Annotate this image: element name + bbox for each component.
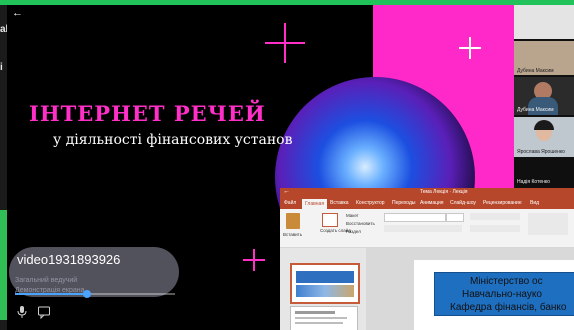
slide-thumbnail-1[interactable] [290,263,360,304]
participant-label: Дубина Максим [517,107,554,113]
paste-icon[interactable] [286,213,300,229]
slide-text-line-2: Навчально-науко [462,289,542,300]
layout-button[interactable]: Макет [346,213,359,218]
section-button[interactable]: Раздел [346,229,361,234]
slide-text-line-3: Кафедра фінансів, банко [450,302,567,313]
participant-tile[interactable]: Дубина Максим [514,77,574,115]
participant-tile[interactable]: Дубина Максим [514,41,574,75]
tab-review[interactable]: Рецензирование [483,200,522,206]
video-progress-fill [15,293,87,295]
slide-text-line-1: Міністерство ос [470,276,543,287]
thumbnail-line [295,311,335,314]
tab-design[interactable]: Конструктор [356,200,385,206]
tab-file[interactable]: Файл [284,200,296,206]
paste-button[interactable]: Вставить [283,232,302,237]
tab-home[interactable]: Главная [302,199,328,209]
video-progress-bar[interactable] [15,290,175,298]
drawing-group[interactable] [528,213,568,235]
thumbnail-line [295,322,343,324]
participant-name: video1931893926 [17,252,121,267]
plus-decoration-icon [243,249,265,271]
left-edge-text-2: i [0,62,3,73]
microphone-icon[interactable] [15,305,29,319]
tab-animations[interactable]: Анимация [420,200,443,206]
chat-icon[interactable] [37,305,51,320]
tab-transitions[interactable]: Переходы [392,200,415,206]
participant-label: Надія Котенко [517,179,550,185]
alignment-group[interactable] [470,225,520,232]
participant-tile[interactable]: Ярослава Ярошенко [514,117,574,157]
slide-thumbnail-2[interactable] [290,306,358,330]
left-edge-green-panel [0,210,7,320]
participant-tile[interactable]: Надія Котенко [514,159,574,188]
font-family-select[interactable] [384,213,446,222]
avatar-hair [534,120,554,130]
font-size-select[interactable] [446,213,464,222]
plus-decoration-icon [459,37,481,59]
slide-subtitle: у діяльності фінансових установ [53,132,293,148]
participant-tile[interactable] [514,5,574,39]
paragraph-group[interactable] [470,213,520,220]
thumbnail-line [295,317,347,319]
reset-button[interactable]: Восстановить [346,221,375,226]
ppt-ribbon: Вставить Создать слайд Макет Восстановит… [280,209,574,248]
new-slide-icon[interactable] [322,213,338,227]
participant-label: Дубина Максим [517,68,554,74]
overlay-caption-1: Загальний ведучий [15,277,78,284]
plus-decoration-icon [265,23,305,63]
video-progress-knob[interactable] [83,290,91,298]
participant-video [514,5,574,39]
tab-slideshow[interactable]: Слайд-шоу [450,200,476,206]
participant-label: Ярослава Ярошенко [517,149,565,155]
thumbnail-photo [296,285,354,297]
font-format-group[interactable] [384,225,462,232]
ppt-window-title: Тема Лекція · Лекція [420,189,468,195]
tab-insert[interactable]: Вставка [330,200,349,206]
slide-title: ІНТЕРНЕТ РЕЧЕЙ [29,101,266,126]
back-arrow-icon[interactable]: ← [12,7,23,19]
powerpoint-window[interactable]: ← Тема Лекція · Лекція Файл Главная Вста… [280,188,574,330]
ppt-back-icon[interactable]: ← [283,188,290,195]
tab-view[interactable]: Вид [530,200,539,206]
participants-panel: Дубина Максим Дубина Максим Ярослава Яро… [514,5,574,188]
thumbnail-header [296,271,354,283]
